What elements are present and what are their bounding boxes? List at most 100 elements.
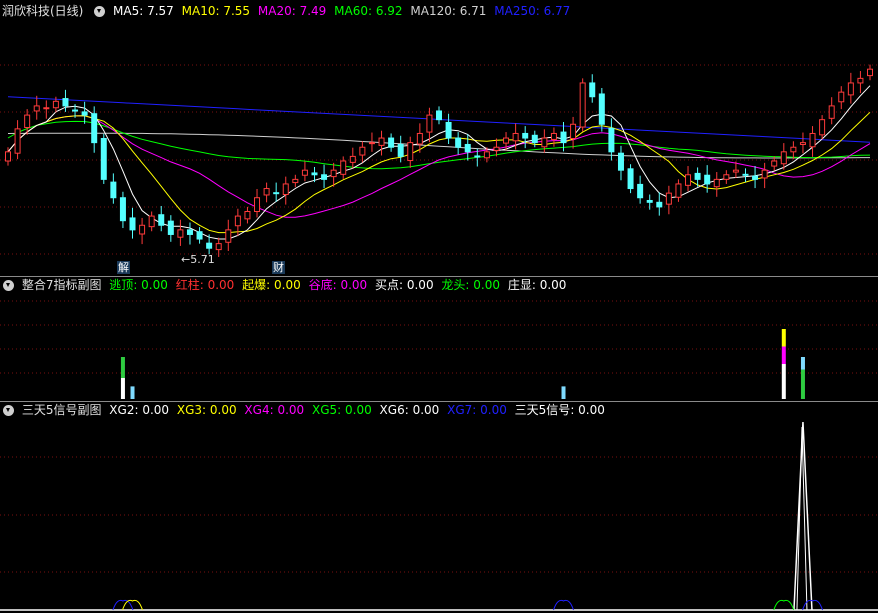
candle-down [186, 229, 193, 235]
candle-up [139, 224, 146, 235]
candle-up [493, 146, 500, 151]
candle-up [177, 229, 184, 238]
candle-down [311, 172, 318, 176]
candle-up [723, 174, 730, 180]
candle-down [436, 110, 442, 121]
candle-down [206, 242, 213, 249]
candle-down [656, 201, 663, 208]
candle-up [847, 82, 854, 96]
candle-up [43, 107, 50, 110]
candle-up [282, 183, 289, 196]
candle-down [158, 214, 165, 226]
candle-up [867, 68, 873, 77]
ma120-line [7, 132, 870, 159]
signal-bar [561, 386, 566, 399]
candle-down [560, 131, 567, 144]
signal-bar [120, 378, 125, 399]
candle-up [483, 151, 490, 159]
candle-up [378, 137, 385, 146]
candle-up [340, 160, 347, 175]
candle-up [407, 142, 414, 162]
ma60-line [7, 120, 871, 170]
candle-down [273, 192, 280, 195]
candle-down [100, 138, 107, 180]
candle-down [119, 197, 126, 222]
candle-down [627, 168, 634, 190]
candle-down [445, 121, 452, 139]
candle-down [646, 199, 653, 203]
candle-up [148, 215, 155, 228]
candle-up [761, 169, 768, 179]
candle-up [732, 169, 739, 173]
candle-up [713, 178, 720, 188]
signal-bar [800, 369, 805, 399]
candle-down [752, 175, 759, 180]
signal-bar [781, 346, 786, 364]
candle-up [675, 183, 682, 198]
candle-up [225, 229, 232, 243]
signal-bar [120, 357, 125, 378]
signal-bar [130, 386, 135, 399]
candle-down [62, 98, 69, 107]
candle-down [110, 181, 117, 199]
candle-down [608, 127, 615, 153]
signal-bar [800, 357, 805, 370]
candle-down [742, 173, 749, 176]
sub2-pane[interactable]: 三天5信号副图 XG2: 0.00 XG3: 0.00 XG4: 0.00 XG… [0, 402, 878, 613]
candle-up [799, 142, 806, 145]
candle-up [503, 137, 510, 144]
candle-up [330, 169, 337, 178]
candle-down [72, 109, 79, 112]
candle-down [91, 113, 98, 144]
candle-down [474, 155, 481, 158]
candle-up [24, 114, 31, 128]
candle-up [52, 100, 59, 109]
candle-down [704, 174, 711, 185]
candle-up [579, 82, 586, 128]
event-marker-jie[interactable]: 解 [117, 261, 130, 274]
sub1-bars-svg [0, 300, 878, 399]
signal-bar [781, 329, 786, 347]
candle-down [196, 231, 203, 240]
candle-down [455, 137, 462, 148]
candle-up [301, 169, 308, 176]
candle-up [33, 105, 40, 112]
candle-up [550, 132, 557, 140]
candle-down [598, 93, 605, 125]
signal-arc [773, 599, 795, 611]
candle-down [589, 82, 596, 98]
candle-up [512, 132, 519, 142]
candle-down [321, 174, 328, 180]
candle-up [541, 137, 548, 148]
candle-up [359, 146, 366, 156]
candle-up [14, 128, 21, 154]
candle-up [570, 123, 577, 140]
candle-up [838, 91, 845, 103]
candle-down [617, 152, 624, 171]
signal-arc [553, 599, 574, 611]
candle-up [292, 178, 299, 184]
candle-down [464, 143, 471, 153]
candle-up [857, 77, 864, 84]
candle-up [349, 155, 356, 163]
event-marker-cai[interactable]: 财 [272, 261, 285, 274]
candle-down [129, 217, 136, 231]
candle-down [167, 220, 174, 235]
candle-up [5, 151, 11, 162]
low-price-label: ←5.71 [181, 253, 215, 266]
candle-up [771, 160, 778, 167]
candle-up [244, 211, 251, 220]
candle-up [263, 188, 270, 196]
candle-up [234, 215, 241, 227]
signal-bar [781, 364, 786, 399]
candle-up [828, 105, 835, 119]
candle-up [665, 192, 672, 205]
candle-down [637, 183, 644, 199]
main-chart-pane[interactable]: 润欣科技(日线) MA5: 7.57 MA10: 7.55 MA20: 7.49… [0, 0, 878, 276]
sub1-pane[interactable]: 整合7指标副图 逃顶: 0.00 红柱: 0.00 起爆: 0.00 谷底: 0… [0, 277, 878, 401]
candle-down [81, 111, 88, 116]
candle-up [780, 151, 787, 165]
candle-down [531, 134, 538, 144]
ma10-line [7, 111, 871, 234]
main-candles-svg [0, 64, 878, 257]
